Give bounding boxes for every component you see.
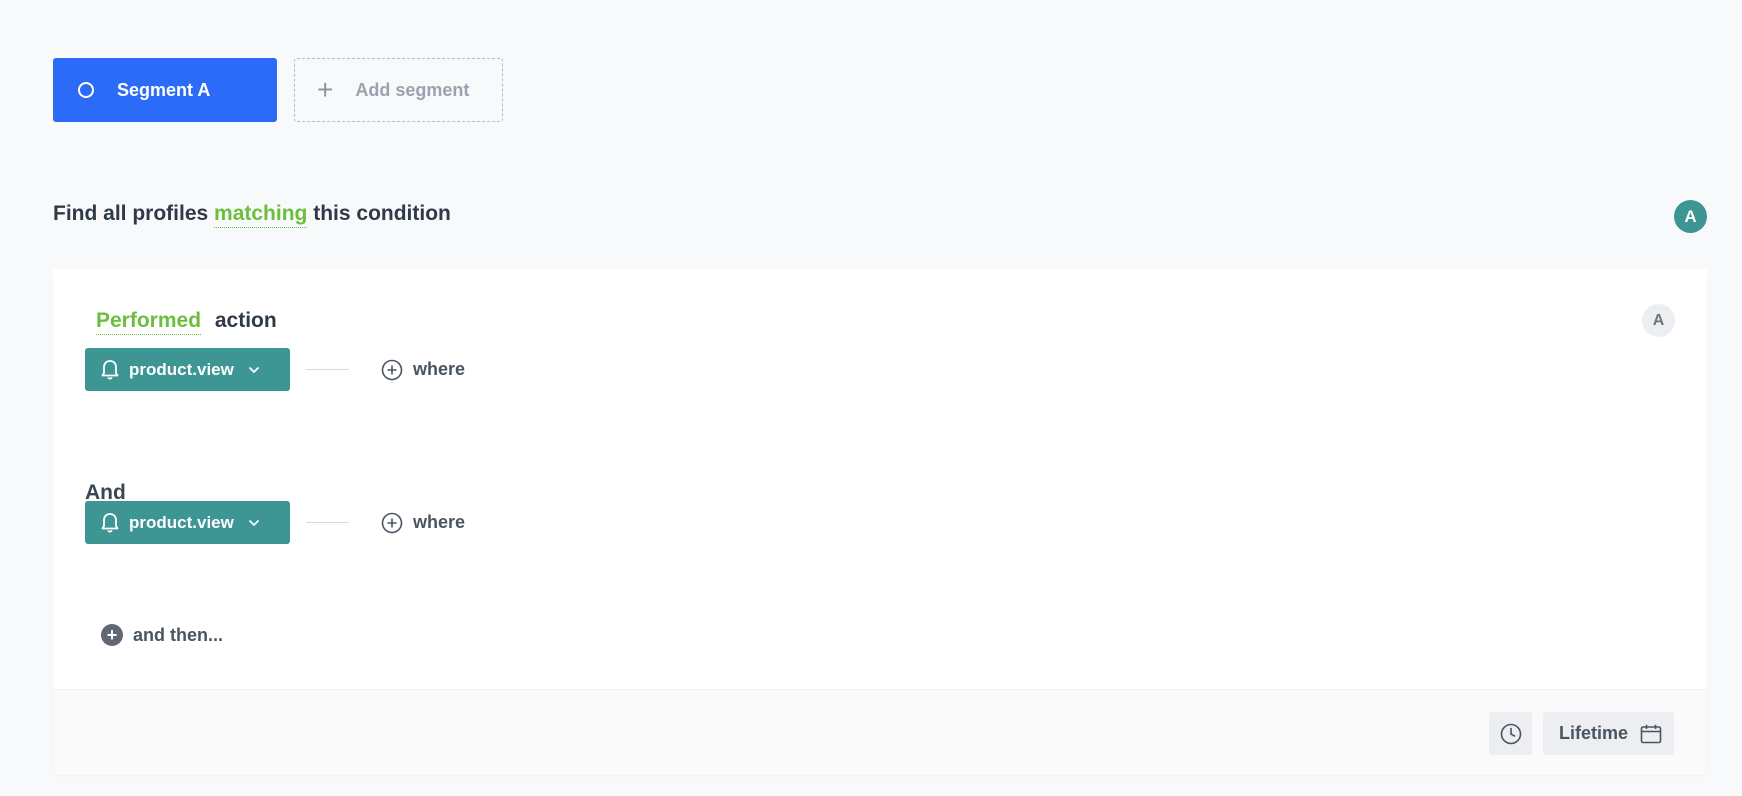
clock-icon <box>1500 723 1521 744</box>
connector-line <box>306 521 349 524</box>
calendar-icon <box>1640 724 1662 743</box>
where-label: where <box>413 359 466 379</box>
segment-a-tab[interactable]: Segment A <box>53 58 277 122</box>
event-name: product.view <box>129 512 234 532</box>
and-then-label: and then... <box>133 624 223 645</box>
performed-selector[interactable]: Performed <box>96 309 202 335</box>
add-where-button[interactable]: where <box>381 512 465 534</box>
plus-icon: + <box>317 74 334 105</box>
segment-avatar: A <box>1674 200 1707 233</box>
event-selector[interactable]: product.view <box>85 348 290 391</box>
plus-circle-icon <box>381 512 403 533</box>
match-mode-selector[interactable]: matching <box>214 202 308 228</box>
add-segment-label: Add segment <box>355 79 470 100</box>
add-segment-button[interactable]: + Add segment <box>294 58 503 122</box>
event-row: product.view where <box>85 501 465 544</box>
connector-line <box>306 368 349 371</box>
plus-circle-icon <box>381 359 403 380</box>
time-range-label: Lifetime <box>1559 723 1629 743</box>
condition-card: Performed action A product.view where An… <box>53 269 1707 775</box>
chevron-down-icon <box>248 519 259 526</box>
bell-icon <box>101 359 119 380</box>
event-selector[interactable]: product.view <box>85 501 290 544</box>
card-footer: Lifetime <box>53 689 1707 775</box>
time-options-button[interactable] <box>1489 712 1532 755</box>
heading-prefix: Find all profiles <box>53 202 209 225</box>
condition-heading: Find all profiles matching this conditio… <box>53 202 451 228</box>
segment-a-label: Segment A <box>117 79 211 100</box>
event-row: product.view where <box>85 348 465 391</box>
segment-tabs: Segment A + Add segment <box>53 58 503 122</box>
card-title-rest: action <box>214 309 277 332</box>
circle-outline-icon <box>78 82 94 98</box>
plus-icon: + <box>101 624 123 646</box>
chevron-down-icon <box>248 366 259 373</box>
time-range-picker[interactable]: Lifetime <box>1543 712 1674 755</box>
condition-badge: A <box>1642 304 1675 337</box>
where-label: where <box>413 512 466 532</box>
event-name: product.view <box>129 359 234 379</box>
card-title: Performed action <box>96 309 277 335</box>
and-then-button[interactable]: + and then... <box>101 624 223 646</box>
bell-icon <box>101 512 119 533</box>
heading-suffix: this condition <box>313 202 451 225</box>
add-where-button[interactable]: where <box>381 359 465 381</box>
